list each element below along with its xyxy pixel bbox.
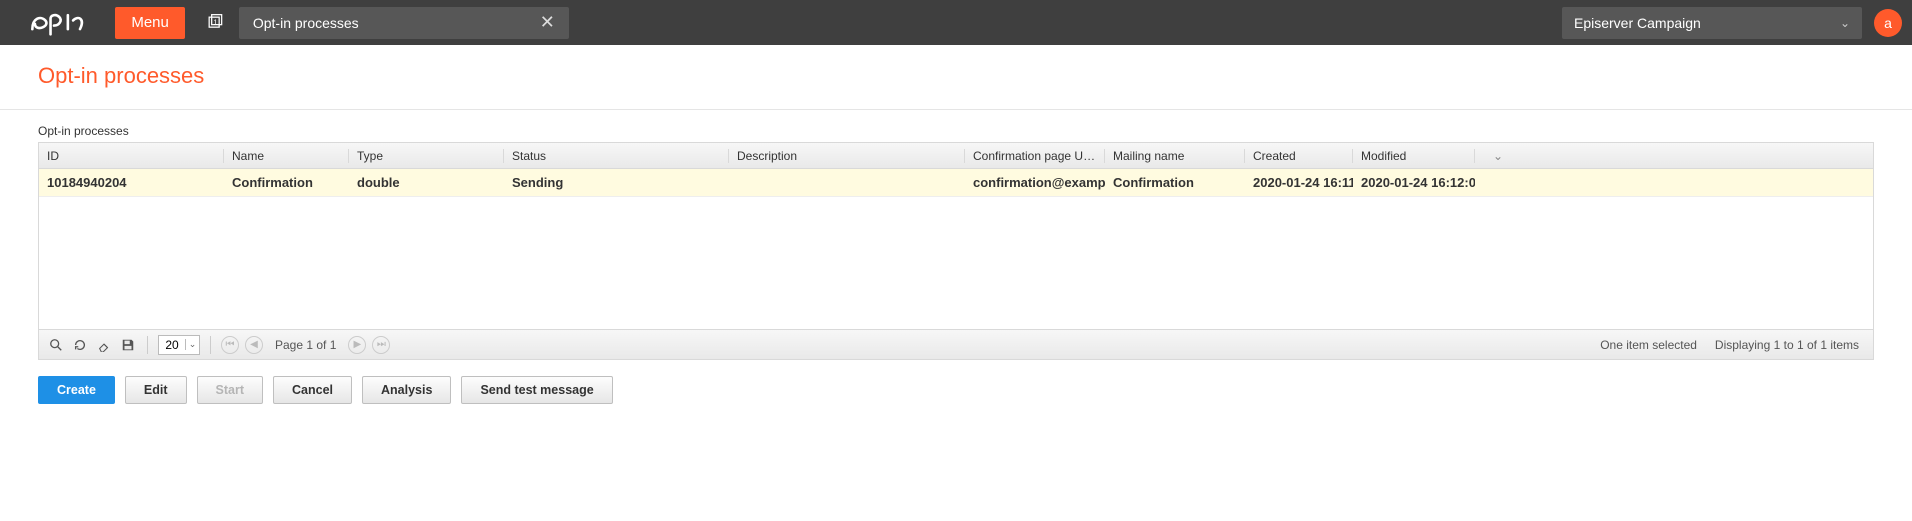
selection-status: One item selected (1600, 338, 1697, 352)
optin-panel: Opt-in processes ID Name Type Status Des… (38, 124, 1874, 360)
edit-button[interactable]: Edit (125, 376, 187, 404)
close-tab-icon[interactable]: ✕ (536, 12, 559, 33)
page-indicator: Page 1 of 1 (275, 338, 336, 352)
page-size-selector[interactable]: ⌄ (158, 335, 200, 355)
cell-id: 10184940204 (39, 175, 224, 190)
col-id[interactable]: ID (39, 149, 224, 163)
send-test-button[interactable]: Send test message (461, 376, 612, 404)
col-description[interactable]: Description (729, 149, 965, 163)
table-row[interactable]: 10184940204 Confirmation double Sending … (39, 169, 1873, 197)
col-type[interactable]: Type (349, 149, 504, 163)
save-icon[interactable] (119, 336, 137, 354)
page-title-bar: Opt-in processes (0, 45, 1912, 110)
prev-page-button[interactable]: ◀ (245, 336, 263, 354)
epi-logo[interactable] (0, 10, 115, 36)
windows-button[interactable]: 1 (199, 7, 231, 39)
client-label: Episerver Campaign (1574, 15, 1701, 31)
avatar-letter: a (1884, 15, 1892, 31)
col-status[interactable]: Status (504, 149, 729, 163)
first-page-button[interactable]: ⏮ (221, 336, 239, 354)
cell-type: double (349, 175, 504, 190)
grid-body: 10184940204 Confirmation double Sending … (39, 169, 1873, 329)
cancel-button[interactable]: Cancel (273, 376, 352, 404)
search-icon[interactable] (47, 336, 65, 354)
active-tab[interactable]: Opt-in processes ✕ (239, 7, 569, 39)
eraser-icon[interactable] (95, 336, 113, 354)
col-mailing-name[interactable]: Mailing name (1105, 149, 1245, 163)
cell-created: 2020-01-24 16:11: (1245, 175, 1353, 190)
create-button[interactable]: Create (38, 376, 115, 404)
start-button: Start (197, 376, 263, 404)
tab-title: Opt-in processes (253, 15, 359, 31)
analysis-button[interactable]: Analysis (362, 376, 451, 404)
cell-mailing-name: Confirmation (1105, 175, 1245, 190)
cell-confirmation-url: confirmation@exampl (965, 175, 1105, 190)
col-confirmation-url[interactable]: Confirmation page URL (965, 149, 1105, 163)
grid-header-row: ID Name Type Status Description Confirma… (39, 143, 1873, 169)
page-title: Opt-in processes (38, 63, 1874, 89)
cell-name: Confirmation (224, 175, 349, 190)
user-avatar[interactable]: a (1874, 9, 1902, 37)
next-page-button[interactable]: ▶ (348, 336, 366, 354)
display-status: Displaying 1 to 1 of 1 items (1715, 338, 1859, 352)
grid-toolbar: ⌄ ⏮ ◀ Page 1 of 1 ▶ ⏭ One item selected … (39, 329, 1873, 359)
windows-icon: 1 (205, 13, 225, 33)
epi-logo-icon (28, 10, 97, 36)
column-menu-button[interactable]: ⌄ (1475, 149, 1521, 163)
refresh-icon[interactable] (71, 336, 89, 354)
col-modified[interactable]: Modified (1353, 149, 1475, 163)
cell-status: Sending (504, 175, 729, 190)
topbar: Menu 1 Opt-in processes ✕ Episerver Camp… (0, 0, 1912, 45)
menu-button[interactable]: Menu (115, 7, 185, 39)
col-created[interactable]: Created (1245, 149, 1353, 163)
page-size-input[interactable] (159, 338, 185, 352)
svg-text:1: 1 (213, 17, 217, 26)
chevron-down-icon: ⌄ (1840, 16, 1850, 30)
last-page-button[interactable]: ⏭ (372, 336, 390, 354)
data-grid: ID Name Type Status Description Confirma… (38, 142, 1874, 360)
page-size-dropdown-icon[interactable]: ⌄ (185, 339, 199, 350)
cell-modified: 2020-01-24 16:12:00 (1353, 175, 1475, 190)
client-selector[interactable]: Episerver Campaign ⌄ (1562, 7, 1862, 39)
panel-heading: Opt-in processes (38, 124, 1874, 138)
col-name[interactable]: Name (224, 149, 349, 163)
action-bar: Create Edit Start Cancel Analysis Send t… (38, 376, 1874, 404)
